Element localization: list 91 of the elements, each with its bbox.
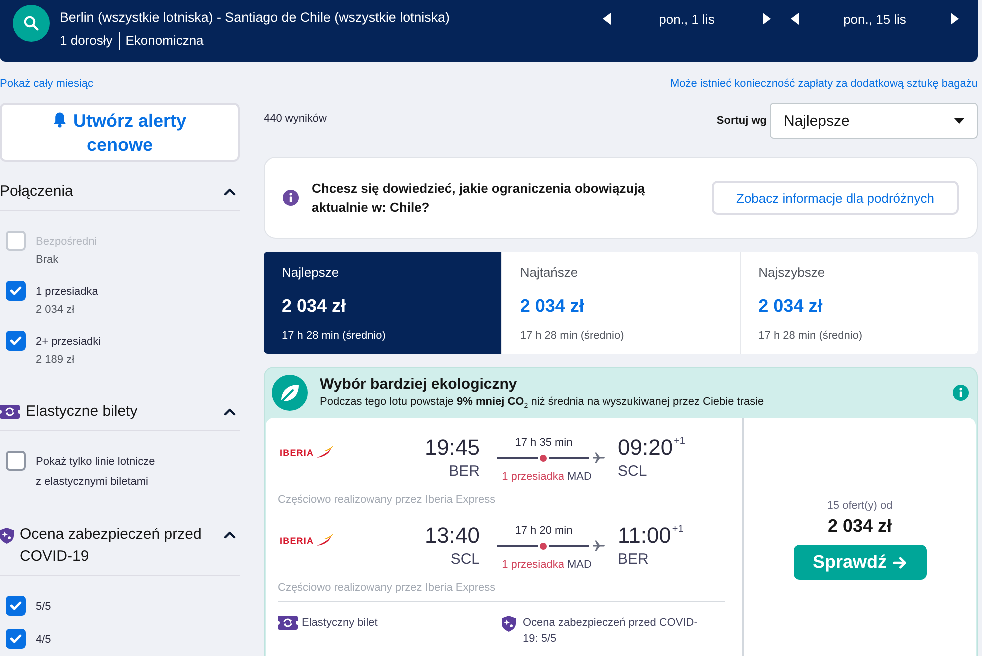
depart-time: 19:45 xyxy=(424,436,480,460)
arrive-airport: SCL xyxy=(618,463,648,481)
stop-airport: MAD xyxy=(567,559,592,571)
passenger-count: 1 dorosły xyxy=(60,32,113,50)
arrive-airport: BER xyxy=(618,551,650,569)
depart-time: 13:40 xyxy=(424,524,480,548)
day-offset: +1 xyxy=(674,436,686,448)
caret-left-icon xyxy=(791,13,799,25)
caret-left-icon xyxy=(603,13,611,25)
checkbox[interactable] xyxy=(6,451,26,471)
eco-title: Wybór bardziej ekologiczny xyxy=(320,376,518,394)
ticket-icon xyxy=(0,405,20,419)
baggage-link[interactable]: Może istnieć konieczność zapłaty za dodatkową sztukę bagażu xyxy=(670,77,978,91)
option-detail: 2 189 zł xyxy=(36,353,76,368)
price-text: 2 034 zł xyxy=(828,515,892,537)
stops-text: 1 przesiadka xyxy=(502,559,564,571)
stops-text: 1 przesiadka xyxy=(502,471,564,483)
sort-tab[interactable]: Najlepsze 2 034 zł 17 h 28 min (średnio) xyxy=(264,252,502,354)
results-count: 440 wyników xyxy=(264,112,327,126)
chevron-up-icon[interactable] xyxy=(224,531,236,539)
previous-date-button[interactable] xyxy=(603,13,611,25)
tick-icon xyxy=(10,634,22,644)
option-label: 4/5 xyxy=(36,633,52,648)
day-offset: +1 xyxy=(672,524,684,536)
airline-logo-text: IBERIA xyxy=(280,448,314,458)
option-label: Bezpośredni xyxy=(36,235,98,250)
depart-airport: BER xyxy=(448,463,480,481)
month-link[interactable]: Pokaż cały miesiąc xyxy=(0,77,94,91)
route-title[interactable]: Berlin (wszystkie lotniska) - Santiago de Chile (wszystkie lotniska) xyxy=(60,8,450,28)
arrive-time: 09:20 xyxy=(618,436,674,460)
next-date-button[interactable] xyxy=(763,13,771,25)
option-detail: 2 034 zł xyxy=(36,303,76,318)
filter-title[interactable]: Ocena zabezpieczeń przed COVID-19 xyxy=(20,524,216,568)
stop-airport: MAD xyxy=(567,471,592,483)
shield-icon xyxy=(502,616,516,632)
checkbox[interactable] xyxy=(6,281,26,301)
search-icon xyxy=(24,16,39,31)
depart-airport: SCL xyxy=(450,551,480,569)
swoosh-icon xyxy=(316,534,334,546)
chevron-up-icon[interactable] xyxy=(224,408,236,416)
flight-duration: 17 h 20 min xyxy=(514,524,574,538)
feature-text: Ocena zabezpieczeń przed COVID-19: 5/5 xyxy=(523,616,699,647)
info-icon xyxy=(283,190,299,206)
search-button[interactable] xyxy=(13,5,50,42)
next-date-button[interactable] xyxy=(951,13,959,25)
option-label: 2+ przesiadki xyxy=(36,335,102,350)
sort-tab[interactable]: Najszybsze 2 034 zł 17 h 28 min (średnio) xyxy=(740,252,978,354)
caret-down-icon xyxy=(954,118,965,124)
arrive-time: 11:00 xyxy=(618,524,672,548)
cabin-class: Ekonomiczna xyxy=(118,32,204,50)
sort-label: Sortuj wg xyxy=(716,115,767,127)
arrow-right-icon xyxy=(893,556,907,570)
feature-text: Elastyczny bilet xyxy=(302,616,378,631)
operator-text: Częściowo realizowany przez Iberia Express xyxy=(278,581,497,596)
stop-dot-icon xyxy=(540,542,546,550)
ticket-icon xyxy=(278,616,298,630)
filter-title[interactable]: Połączenia xyxy=(0,181,74,203)
price-alert-button[interactable]: Utwórz alerty cenowe xyxy=(0,103,240,162)
tick-icon xyxy=(10,336,22,346)
swoosh-icon xyxy=(316,446,334,458)
eco-text: Podczas tego lotu powstaje 9% mniej CO$_{2}$ niż średnia na wyszukiwanej przez Ciebie trasie xyxy=(320,395,766,410)
plane-icon xyxy=(593,540,605,552)
travel-info-button[interactable]: Zobacz informacje dla podróżnych xyxy=(712,181,959,215)
checkbox[interactable] xyxy=(6,331,26,351)
date-selector[interactable]: pon., 15 lis xyxy=(799,12,951,26)
caret-right-icon xyxy=(951,13,959,25)
tick-icon xyxy=(10,286,22,296)
flight-duration: 17 h 35 min xyxy=(514,436,574,450)
chevron-up-icon[interactable] xyxy=(224,188,236,196)
option-label: 5/5 xyxy=(36,600,52,615)
option-label: 1 przesiadka xyxy=(36,285,98,300)
option-label: Pokaż tylko linie lotnicze z elastycznymi biletami xyxy=(36,455,156,490)
filter-title[interactable]: Elastyczne bilety xyxy=(26,401,138,423)
stop-dot-icon xyxy=(540,454,546,462)
airline-logo-text: IBERIA xyxy=(280,536,314,546)
tick-icon xyxy=(10,601,22,611)
info-icon[interactable] xyxy=(953,385,969,401)
date-selector[interactable]: pon., 1 lis xyxy=(611,12,763,26)
caret-right-icon xyxy=(763,13,771,25)
bell-icon xyxy=(53,112,68,128)
info-text: Chcesz się dowiedzieć, jakie ograniczenia obowiązują aktualnie w: Chile? xyxy=(312,180,646,217)
checkbox[interactable] xyxy=(6,629,26,649)
operator-text: Częściowo realizowany przez Iberia Express xyxy=(278,493,497,508)
previous-date-button[interactable] xyxy=(791,13,799,25)
leaf-icon xyxy=(272,375,308,411)
plane-icon xyxy=(593,452,605,464)
shield-icon xyxy=(0,528,14,544)
offers-text: 15 ofert(y) od xyxy=(827,499,893,514)
checkbox[interactable] xyxy=(6,596,26,616)
sort-dropdown[interactable]: Najlepsze xyxy=(770,103,978,139)
option-detail: Brak xyxy=(36,253,60,268)
